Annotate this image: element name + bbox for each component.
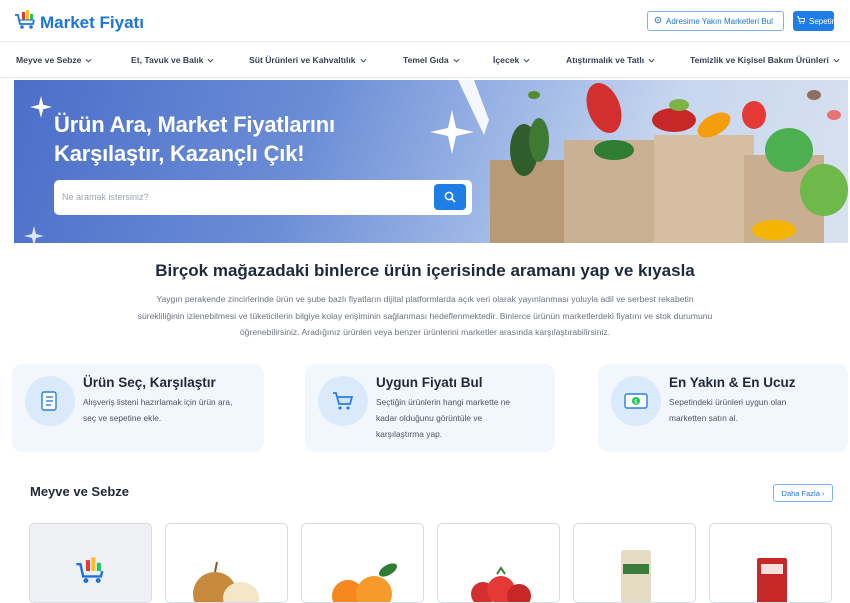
intro-description: Yaygın perakende zincirlerinde ürün ve ş… (110, 291, 740, 341)
nav-item-label: Meyve ve Sebze (16, 55, 82, 65)
sparkle-icon (24, 226, 44, 243)
tomato-image (471, 566, 531, 602)
hero-title-line: Ürün Ara, Market Fiyatlarını (54, 112, 335, 137)
money-icon: $ (611, 376, 661, 426)
find-nearby-markets-button[interactable]: Adresime Yakın Marketleri Bul (647, 11, 784, 31)
cart-button[interactable]: Sepetim (793, 11, 838, 31)
nav-item-label: Temel Gıda (403, 55, 449, 65)
intro-desc-line: sürekliliğinin izlenebilmesi ve tüketici… (137, 310, 713, 321)
logo-text: Market Fiyatı (40, 12, 144, 32)
nav-item-cleaning[interactable]: Temizlik ve Kişisel Bakım Ürünleri (690, 42, 840, 78)
feature-card-line: kadar olduğunu görüntüle ve (376, 413, 483, 423)
placeholder-logo-icon (76, 557, 104, 583)
grocery-bags-illustration (430, 80, 848, 243)
feature-card-line: marketten satın al. (669, 413, 738, 423)
mandarin-image (332, 563, 398, 602)
nav-item-meat[interactable]: Et, Tavuk ve Balık (131, 42, 214, 78)
product-card[interactable] (165, 523, 288, 603)
hero-banner: Ürün Ara, Market Fiyatlarını Karşılaştır… (14, 80, 848, 243)
feature-card-line: Alışveriş listeni hazırlamak için ürün a… (83, 397, 233, 407)
search-input[interactable]: Ne aramak istersiniz? (62, 192, 149, 202)
product-card[interactable] (301, 523, 424, 603)
feature-card-line: karşılaştırma yap. (376, 429, 443, 439)
nav-item-label: Süt Ürünleri ve Kahvaltılık (249, 55, 356, 65)
nav-item-label: Temizlik ve Kişisel Bakım Ürünleri (690, 55, 829, 65)
feature-card-line: Sepetindeki ürünleri uygun olan (669, 397, 787, 407)
nav-item-label: İçecek (493, 55, 520, 65)
sparkle-icon (30, 96, 52, 118)
feature-card-text: Seçtiğin ürünlerin hangi markette ne kad… (376, 394, 510, 442)
logo[interactable]: Market Fiyatı (14, 9, 144, 36)
search-box: Ne aramak istersiniz? (54, 180, 472, 215)
category-nav: Meyve ve Sebze Et, Tavuk ve Balık Süt Ür… (0, 42, 850, 78)
nav-item-snacks[interactable]: Atıştırmalık ve Tatlı (566, 42, 655, 78)
feature-card-title: Uygun Fiyatı Bul (376, 375, 483, 390)
feature-card: $ En Yakın & En Ucuz Sepetindeki ürünler… (598, 364, 848, 452)
feature-card-text: Sepetindeki ürünleri uygun olan markette… (669, 394, 786, 426)
intro-title: Birçok mağazadaki binlerce ürün içerisin… (155, 261, 695, 280)
top-header: Market Fiyatı Adresime Yakın Marketleri … (0, 0, 850, 42)
hero-title: Ürün Ara, Market Fiyatlarını Karşılaştır… (54, 110, 335, 168)
packaged-product-image (621, 550, 651, 602)
cart-logo-icon (14, 9, 36, 36)
intro-desc-line: öğrenebilirsiniz. Aradığınız ürünleri ve… (239, 327, 611, 337)
nav-item-drinks[interactable]: İçecek (493, 42, 530, 78)
product-card[interactable] (437, 523, 560, 603)
feature-card-title: Ürün Seç, Karşılaştır (83, 375, 216, 390)
chevron-down-icon (648, 58, 655, 63)
product-card[interactable] (573, 523, 696, 603)
feature-card-line: Seçtiğin ürünlerin hangi markette ne (376, 397, 511, 407)
nav-item-fruit-vegetables[interactable]: Meyve ve Sebze (16, 42, 92, 78)
nav-item-label: Atıştırmalık ve Tatlı (566, 55, 645, 65)
packaged-red-product-image (757, 558, 787, 602)
nav-item-label: Et, Tavuk ve Balık (131, 55, 204, 65)
nav-item-dairy[interactable]: Süt Ürünleri ve Kahvaltılık (249, 42, 367, 78)
more-button[interactable]: Daha Fazla › (773, 484, 833, 502)
intro-desc-line: Yaygın perakende zincirlerinde ürün ve ş… (156, 294, 694, 304)
feature-card: Ürün Seç, Karşılaştır Alışveriş listeni … (12, 364, 264, 452)
chevron-down-icon (833, 58, 840, 63)
cart-label: Sepetim (809, 16, 839, 26)
feature-card-text: Alışveriş listeni hazırlamak için ürün a… (83, 394, 232, 426)
chevron-down-icon (85, 58, 92, 63)
chevron-down-icon (523, 58, 530, 63)
chevron-down-icon (207, 58, 214, 63)
location-icon (654, 16, 662, 26)
feature-card: Uygun Fiyatı Bul Seçtiğin ürünlerin hang… (305, 364, 555, 452)
cart-icon (797, 16, 806, 26)
product-card[interactable] (29, 523, 152, 603)
cart-icon (318, 376, 368, 426)
svg-text:$: $ (634, 399, 638, 406)
find-nearby-markets-label: Adresime Yakın Marketleri Bul (666, 16, 773, 26)
list-icon (25, 376, 75, 426)
nav-item-staples[interactable]: Temel Gıda (403, 42, 460, 78)
chevron-down-icon (453, 58, 460, 63)
product-card[interactable] (709, 523, 832, 603)
onion-image (193, 561, 259, 602)
hero-title-line: Karşılaştır, Kazançlı Çık! (54, 141, 305, 166)
chevron-down-icon (360, 58, 366, 63)
feature-card-title: En Yakın & En Ucuz (669, 375, 796, 390)
feature-card-line: seç ve sepetine ekle. (83, 413, 162, 423)
category-title: Meyve ve Sebze (30, 484, 130, 499)
